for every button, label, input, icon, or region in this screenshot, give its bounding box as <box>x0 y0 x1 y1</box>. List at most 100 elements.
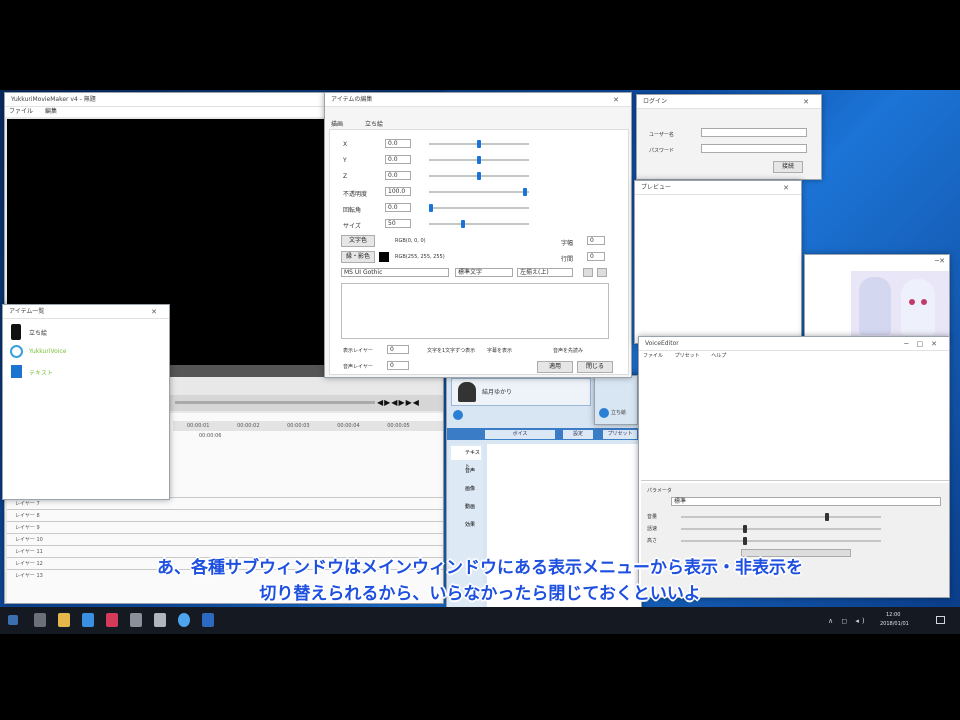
bold-icon[interactable] <box>583 268 593 277</box>
character-eye <box>921 299 927 305</box>
close-icon[interactable]: ✕ <box>803 95 817 109</box>
clock-date[interactable]: 2018/01/01 <box>880 621 909 627</box>
layer-value[interactable]: 0 <box>387 345 409 354</box>
prop-slider[interactable] <box>429 191 529 193</box>
prop-slider-thumb[interactable] <box>461 220 465 228</box>
prop-slider[interactable] <box>429 207 529 209</box>
taskbar-app-icon[interactable] <box>130 613 142 627</box>
tab-chara[interactable]: 立ち絵 <box>365 119 383 128</box>
taskbar-app-icon[interactable] <box>202 613 214 627</box>
check-label[interactable]: 文字を1文字ずつ表示 <box>427 347 475 354</box>
blank-titlebar[interactable]: プレビュー ✕ <box>635 181 801 195</box>
item-list-titlebar[interactable]: アイテム一覧 ✕ <box>3 305 169 319</box>
check-label[interactable]: 字幕を表示 <box>487 347 512 354</box>
param-slider[interactable] <box>681 516 881 518</box>
menu-preset[interactable]: プリセット <box>675 353 700 359</box>
login-titlebar[interactable]: ログイン ✕ <box>637 95 821 109</box>
tab-voice[interactable]: ボイス <box>485 430 555 439</box>
list-item[interactable]: テキスト <box>7 363 167 381</box>
prop-value[interactable]: 50 <box>385 219 411 228</box>
prop-slider-thumb[interactable] <box>477 140 481 148</box>
menu-help[interactable]: ヘルプ <box>711 353 726 359</box>
prop-value[interactable]: 100.0 <box>385 187 411 196</box>
list-item[interactable]: 動画 <box>451 500 481 514</box>
prop-slider-thumb[interactable] <box>523 188 527 196</box>
taskbar-app-icon[interactable] <box>82 613 94 627</box>
prop-value[interactable]: 0.0 <box>385 203 411 212</box>
taskbar-app-icon[interactable] <box>154 613 166 627</box>
start-icon[interactable] <box>8 615 18 625</box>
character-card[interactable]: 結月ゆかり <box>451 378 591 406</box>
clock-time[interactable]: 12:00 <box>886 612 900 618</box>
window-controls-icon[interactable]: ─□✕ <box>904 337 945 351</box>
check-label[interactable]: 音声を先読み <box>553 347 583 354</box>
prop-slider-thumb[interactable] <box>477 156 481 164</box>
param-slider[interactable] <box>681 528 881 530</box>
prop-label: サイズ <box>343 223 361 230</box>
color-swatch[interactable] <box>379 252 389 262</box>
tab-preset[interactable]: プリセット <box>603 430 637 439</box>
close-icon[interactable]: ✕ <box>783 181 797 195</box>
timeline-row[interactable]: レイヤー 8 <box>7 509 443 521</box>
play-icon[interactable] <box>453 410 463 420</box>
menu-file[interactable]: ファイル <box>9 108 33 115</box>
taskbar-app-icon[interactable] <box>106 613 118 627</box>
layer-value[interactable]: 0 <box>387 361 409 370</box>
close-icon[interactable]: ✕ <box>151 305 165 319</box>
prop-slider-thumb[interactable] <box>477 172 481 180</box>
text-color-button[interactable]: 文字色 <box>341 235 375 247</box>
taskbar-app-icon[interactable] <box>178 613 190 627</box>
menu-edit[interactable]: 編集 <box>45 108 57 115</box>
taskbar-app-icon[interactable] <box>58 613 70 627</box>
connect-button[interactable]: 接続 <box>773 161 803 173</box>
timeline-row[interactable]: レイヤー 9 <box>7 521 443 533</box>
prop-label: 不透明度 <box>343 191 368 198</box>
list-item[interactable]: 画像 <box>451 482 481 496</box>
tab-draw[interactable]: 描画 <box>331 119 343 128</box>
list-item[interactable]: YukkuriVoice <box>7 343 167 361</box>
timeline-row[interactable]: レイヤー 10 <box>7 533 443 545</box>
password-field[interactable] <box>701 144 807 153</box>
character-face <box>901 279 935 335</box>
param-slider[interactable] <box>681 540 881 542</box>
taskbar-app-icon[interactable] <box>34 613 46 627</box>
playback-controls-icon[interactable]: ◀▶◀▶▶◀ <box>377 398 420 407</box>
prop-slider[interactable] <box>429 223 529 225</box>
close-button[interactable]: 閉じる <box>577 361 613 373</box>
props-titlebar[interactable]: アイテムの編集 ✕ <box>325 93 631 107</box>
notification-icon[interactable] <box>936 616 945 624</box>
menu-file[interactable]: ファイル <box>643 353 663 359</box>
username-field[interactable] <box>701 128 807 137</box>
param-slider-thumb[interactable] <box>743 525 747 533</box>
list-item[interactable]: 音声 <box>451 464 481 478</box>
window-controls-icon[interactable]: ─✕ <box>935 257 945 265</box>
font-select[interactable]: MS UI Gothic <box>341 268 449 277</box>
apply-button[interactable]: 適用 <box>537 361 573 373</box>
style-select[interactable]: 標準文字 <box>455 268 513 277</box>
seek-track[interactable] <box>175 401 375 404</box>
param-slider-thumb[interactable] <box>825 513 829 521</box>
close-icon[interactable]: ✕ <box>613 93 627 107</box>
list-item[interactable]: 効果 <box>451 518 481 532</box>
border-color-button[interactable]: 縁・影色 <box>341 251 375 263</box>
character-image[interactable] <box>851 271 949 339</box>
play-icon[interactable] <box>599 408 609 418</box>
italic-icon[interactable] <box>597 268 607 277</box>
spin-value[interactable]: 0 <box>587 236 605 245</box>
prop-value[interactable]: 0.0 <box>385 155 411 164</box>
text-input-area[interactable] <box>341 283 609 339</box>
prop-value[interactable]: 0.0 <box>385 171 411 180</box>
align-select[interactable]: 左揃え(上) <box>517 268 573 277</box>
system-tray-icon[interactable]: ∧ ◻ ◂) <box>828 617 868 625</box>
list-item[interactable]: 立ち絵 <box>7 323 167 341</box>
voice-editor-text[interactable] <box>641 365 949 481</box>
prop-slider-thumb[interactable] <box>429 204 433 212</box>
list-item[interactable]: テキスト <box>451 446 481 470</box>
voice-editor-titlebar[interactable]: VoiceEditor ─□✕ <box>639 337 949 351</box>
param-slider-thumb[interactable] <box>743 537 747 545</box>
spin-value[interactable]: 0 <box>587 252 605 261</box>
tab-settings[interactable]: 設定 <box>563 430 593 439</box>
prop-value[interactable]: 0.0 <box>385 139 411 148</box>
preset-select[interactable]: 標準 <box>671 497 941 506</box>
side-tab-label[interactable]: 立ち絵 <box>611 409 626 416</box>
